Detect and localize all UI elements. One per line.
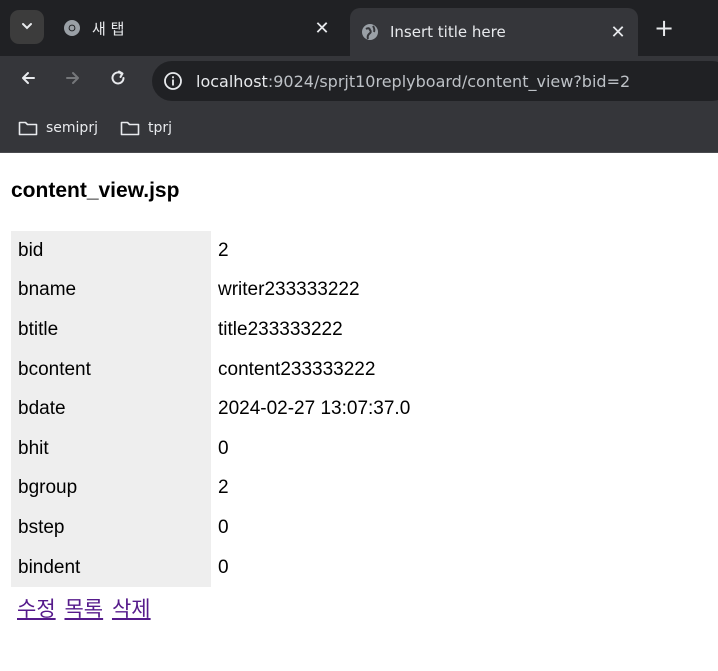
globe-icon — [360, 22, 380, 42]
bookmark-tprj[interactable]: tprj — [120, 120, 172, 136]
address-bar[interactable]: localhost:9024/sprjt10replyboard/content… — [152, 61, 718, 101]
row-key: btitle — [11, 310, 211, 350]
tab-title: 새 탭 — [92, 19, 125, 38]
list-link[interactable]: 목록 — [64, 598, 103, 621]
action-links: 수정 목록 삭제 — [17, 593, 718, 623]
row-key: bcontent — [11, 349, 211, 390]
row-key: bdate — [11, 389, 211, 429]
bookmarks-bar: semiprj tprj — [0, 104, 718, 153]
table-row: btitle title233333222 — [11, 310, 518, 350]
delete-link[interactable]: 삭제 — [112, 598, 151, 621]
plus-icon[interactable]: + — [650, 14, 678, 42]
table-row: bid 2 — [11, 231, 518, 271]
browser-chrome: 새 탭 ✕ Insert title here ✕ + localhost:9… — [0, 0, 718, 153]
close-icon[interactable]: ✕ — [310, 16, 334, 40]
row-key: bid — [11, 231, 211, 271]
table-row: bindent 0 — [11, 547, 518, 588]
row-key: bstep — [11, 508, 211, 548]
page-title: content_view.jsp — [11, 179, 180, 202]
folder-icon — [120, 120, 140, 136]
row-value: 2 — [218, 477, 229, 499]
content-table: bid 2 bname writer233333222 btitle title… — [11, 231, 518, 588]
bookmark-label: semiprj — [46, 120, 98, 136]
reload-button[interactable] — [102, 64, 134, 96]
url-host: localhost — [196, 71, 268, 91]
forward-button[interactable] — [57, 64, 89, 96]
row-key: bhit — [11, 428, 211, 469]
row-value: writer233333222 — [218, 279, 360, 301]
reload-icon — [109, 69, 127, 91]
bookmark-label: tprj — [147, 120, 172, 136]
tab-search-button[interactable] — [10, 10, 44, 44]
table-row: bstep 0 — [11, 508, 518, 548]
row-value: title233333222 — [218, 318, 343, 340]
chevron-down-icon — [20, 18, 34, 37]
tab-strip: 새 탭 ✕ Insert title here ✕ + — [0, 0, 718, 56]
arrow-right-icon — [64, 69, 82, 91]
edit-link[interactable]: 수정 — [17, 598, 56, 621]
row-value: 2024-02-27 13:07:37.0 — [218, 398, 411, 420]
folder-icon — [18, 120, 38, 136]
table-row: bdate 2024-02-27 13:07:37.0 — [11, 389, 518, 429]
row-value: content233333222 — [218, 358, 376, 380]
arrow-left-icon — [19, 69, 37, 91]
close-icon[interactable]: ✕ — [606, 20, 630, 44]
table-row: bname writer233333222 — [11, 270, 518, 311]
back-button[interactable] — [12, 64, 44, 96]
row-value: 2 — [218, 239, 229, 261]
tab-insert-title[interactable]: Insert title here ✕ — [350, 8, 638, 56]
bookmark-semiprj[interactable]: semiprj — [18, 120, 98, 136]
row-key: bname — [11, 270, 211, 311]
tab-title: Insert title here — [390, 23, 506, 41]
info-icon[interactable] — [162, 70, 184, 92]
row-key: bgroup — [11, 468, 211, 509]
row-value: 0 — [218, 556, 229, 578]
table-row: bgroup 2 — [11, 468, 518, 509]
chrome-icon — [62, 18, 82, 38]
table-row: bhit 0 — [11, 428, 518, 469]
row-value: 0 — [218, 516, 229, 538]
page-content: content_view.jsp bid 2 bname writer23333… — [0, 179, 718, 623]
toolbar: localhost:9024/sprjt10replyboard/content… — [0, 56, 718, 104]
row-value: 0 — [218, 437, 229, 459]
table-row: bcontent content233333222 — [11, 349, 518, 390]
url-path: :9024/sprjt10replyboard/content_view?bid… — [267, 71, 631, 91]
tab-new-tab[interactable]: 새 탭 ✕ — [52, 8, 342, 48]
row-key: bindent — [11, 547, 211, 588]
